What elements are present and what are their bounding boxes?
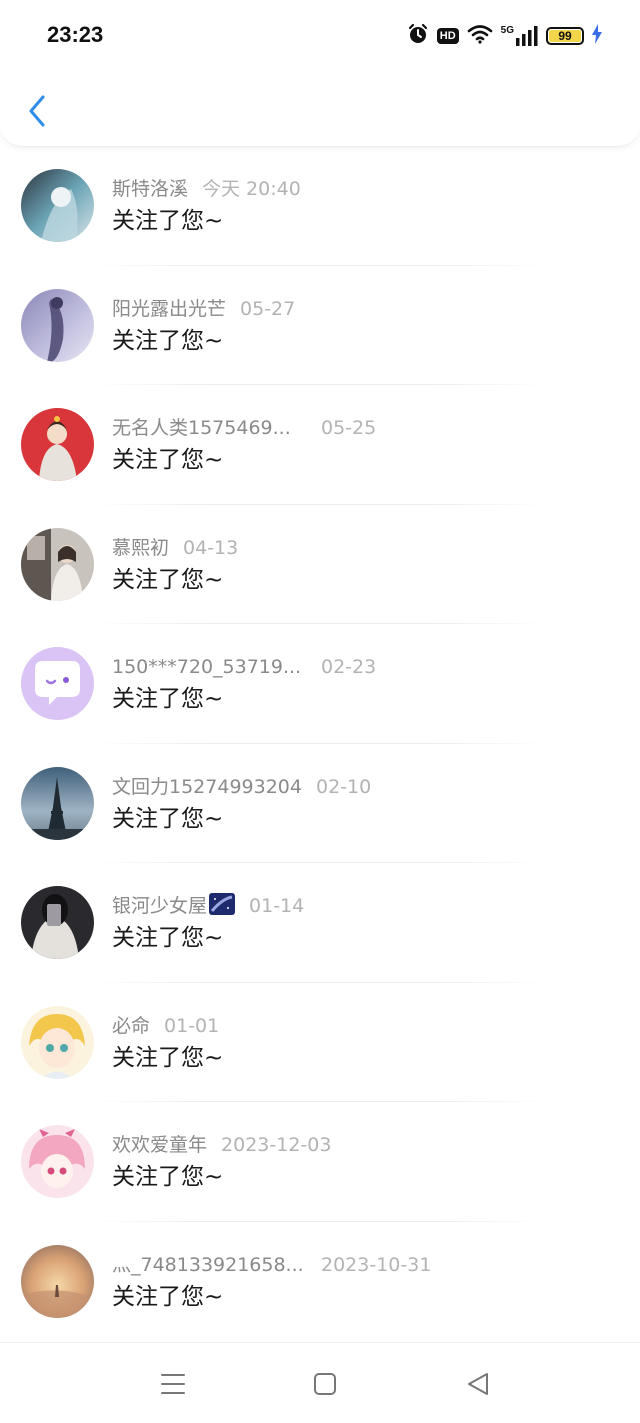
status-time: 23:23 [47, 22, 104, 47]
avatar[interactable] [21, 408, 94, 481]
avatar[interactable] [21, 647, 94, 720]
user-name[interactable]: 150***720_53719... [112, 654, 307, 680]
avatar[interactable] [21, 1125, 94, 1198]
notification-message: 关注了您~ [112, 686, 224, 712]
battery-level-text: 99 [558, 29, 572, 43]
notification-message: 关注了您~ [112, 327, 224, 354]
notification-message: 关注了您~ [112, 447, 224, 473]
alarm-icon [407, 23, 429, 49]
chat-bubble-icon [21, 647, 94, 720]
list-item[interactable]: 必命 01-01 关注了您~ [0, 983, 640, 1102]
list-item[interactable]: 150***720_53719... 02-23 关注了您~ [0, 624, 640, 744]
list-item[interactable]: 阳光露出光芒 05-27 关注了您~ [0, 266, 640, 385]
avatar[interactable] [21, 1244, 94, 1318]
notification-date: 02-23 [321, 656, 377, 678]
avatar[interactable] [21, 288, 94, 362]
notification-date: 01-01 [164, 1014, 220, 1037]
notification-message: 关注了您~ [112, 566, 224, 593]
notification-message: 关注了您~ [112, 1283, 224, 1310]
follow-notification-list: 斯特洛溪 今天 20:40 关注了您~ 阳光露出光芒 05-27 关注了您~ 无… [0, 146, 640, 1341]
list-item[interactable]: 灬_748133921658... 2023-10-31 关注了您~ [0, 1222, 640, 1342]
avatar[interactable] [21, 527, 94, 601]
status-icons: HD 5G 99 [407, 22, 602, 50]
wifi-icon [467, 24, 493, 48]
signal-icon: 5G [500, 25, 538, 46]
system-nav-bar [0, 1342, 640, 1423]
notification-message: 关注了您~ [112, 1044, 224, 1071]
menu-button[interactable] [158, 1369, 188, 1399]
list-item[interactable]: 斯特洛溪 今天 20:40 关注了您~ [0, 146, 640, 266]
home-square-icon [314, 1373, 336, 1395]
user-name[interactable]: 阳光露出光芒 [112, 298, 226, 320]
user-name[interactable]: 慕熙初 [112, 537, 169, 559]
top-header: 23:23 HD 5G 99 [0, 0, 640, 147]
notification-message: 关注了您~ [112, 805, 224, 832]
system-back-button[interactable] [463, 1369, 493, 1399]
avatar[interactable] [21, 886, 94, 959]
notification-date: 04-13 [183, 536, 239, 559]
home-button[interactable] [310, 1369, 340, 1399]
notification-date: 05-25 [321, 417, 377, 439]
notification-date: 2023-10-31 [321, 1253, 432, 1276]
user-name[interactable]: 斯特洛溪 [112, 178, 188, 200]
avatar[interactable] [21, 766, 94, 840]
avatar[interactable] [21, 169, 94, 242]
list-item[interactable]: 无名人类1575469... 05-25 关注了您~ [0, 385, 640, 505]
hd-icon: HD [436, 28, 459, 44]
list-item[interactable]: 欢欢爱童年 2023-12-03 关注了您~ [0, 1102, 640, 1222]
user-name[interactable]: 银河少女屋 [112, 895, 207, 917]
list-item[interactable]: 银河少女屋 01-14 关注了您~ [0, 863, 640, 983]
list-item[interactable]: 文回力15274993204 02-10 关注了您~ [0, 744, 640, 863]
notification-message: 关注了您~ [112, 1164, 224, 1190]
user-name[interactable]: 无名人类1575469... [112, 415, 307, 441]
list-item[interactable]: 慕熙初 04-13 关注了您~ [0, 505, 640, 624]
menu-icon [161, 1374, 185, 1394]
network-type-label: 5G [500, 25, 514, 36]
charging-icon [592, 24, 602, 48]
back-button[interactable] [22, 94, 52, 128]
notification-date: 今天 20:40 [202, 178, 301, 200]
user-name[interactable]: 文回力15274993204 [112, 776, 302, 798]
notification-message: 关注了您~ [112, 925, 224, 951]
notification-date: 01-14 [249, 895, 305, 917]
chevron-left-icon [29, 95, 45, 127]
user-name[interactable]: 欢欢爱童年 [112, 1134, 207, 1156]
user-name[interactable]: 必命 [112, 1015, 150, 1037]
notification-date: 02-10 [315, 775, 372, 798]
battery-icon: 99 [546, 27, 584, 45]
notification-message: 关注了您~ [112, 208, 224, 234]
notification-date: 05-27 [240, 297, 296, 320]
user-name[interactable]: 灬_748133921658... [112, 1252, 307, 1278]
galaxy-emoji-icon [209, 893, 236, 915]
back-triangle-icon [468, 1373, 488, 1395]
avatar[interactable] [21, 1005, 94, 1079]
notification-date: 2023-12-03 [221, 1134, 332, 1156]
